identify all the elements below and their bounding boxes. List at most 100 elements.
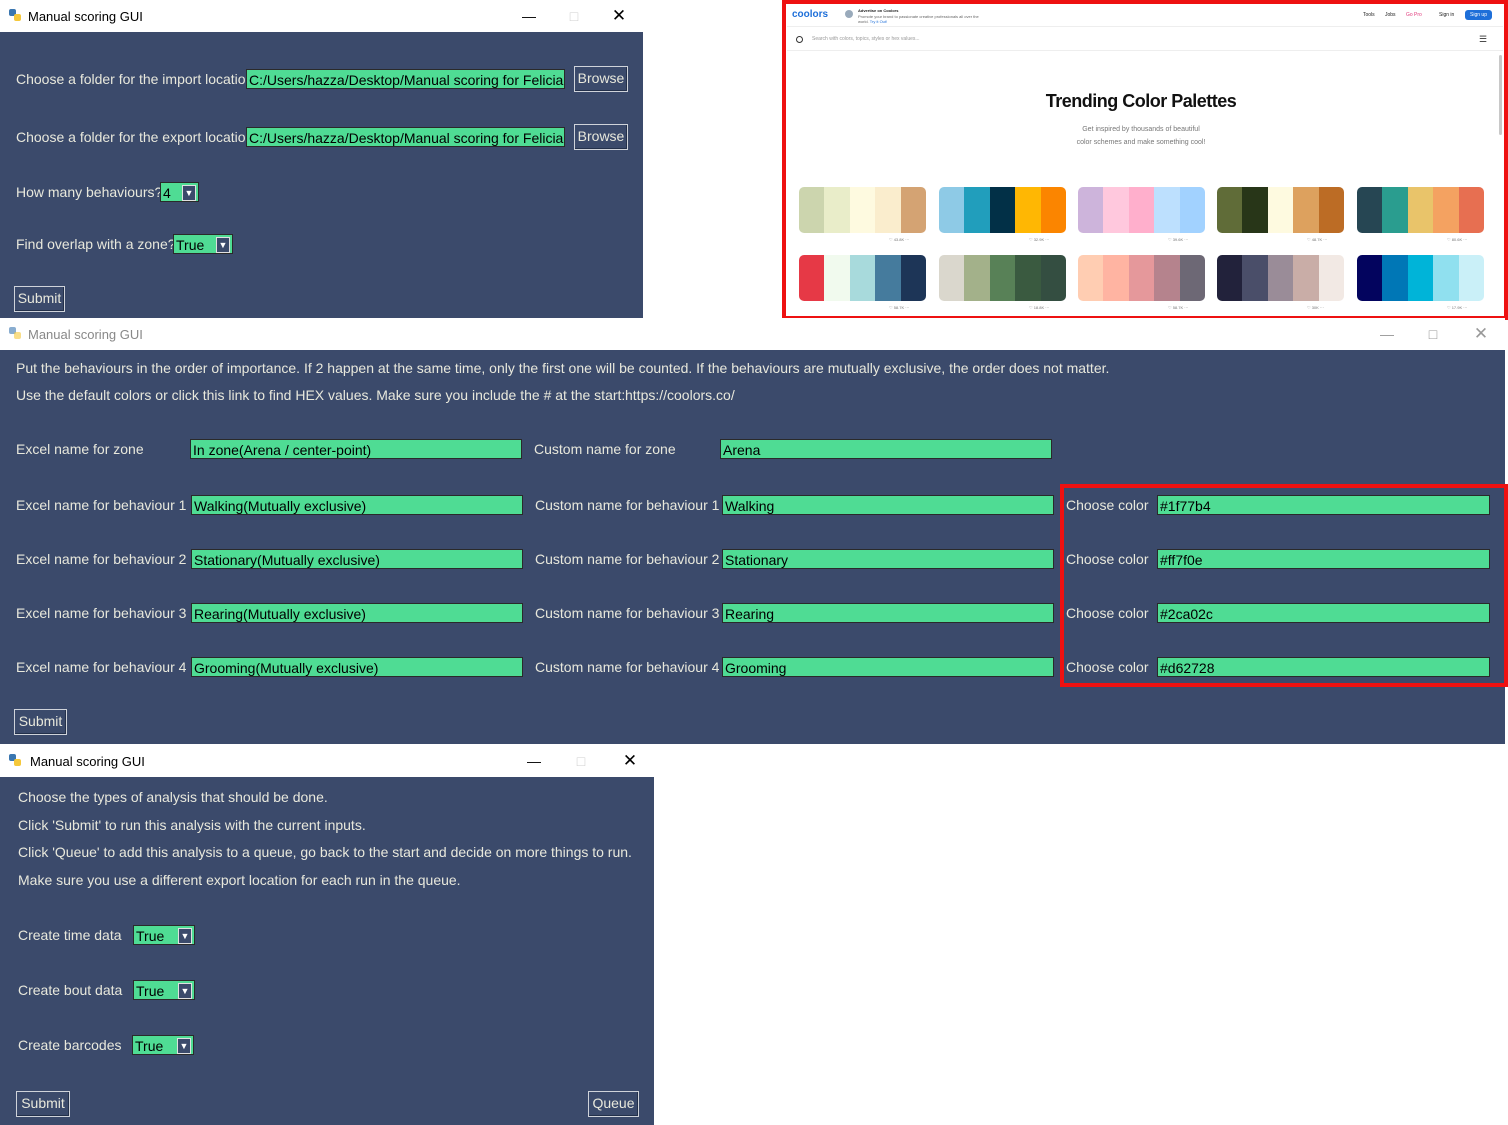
- palette-swatch[interactable]: [989, 255, 1016, 301]
- palette-swatch[interactable]: [1103, 255, 1129, 301]
- palette-swatch[interactable]: [875, 255, 901, 301]
- barcodes-select[interactable]: True ▼: [132, 1035, 194, 1055]
- palette-swatch[interactable]: [939, 187, 965, 233]
- palette-swatch[interactable]: [875, 187, 901, 233]
- chevron-down-icon[interactable]: ▼: [216, 237, 230, 253]
- palette-card[interactable]: [1357, 187, 1484, 233]
- submit-button[interactable]: Submit: [14, 709, 67, 735]
- chevron-down-icon[interactable]: ▼: [177, 1038, 191, 1054]
- palette-swatch[interactable]: [1103, 187, 1129, 233]
- palette-swatch[interactable]: [1154, 187, 1180, 233]
- palette-swatch[interactable]: [824, 255, 850, 301]
- palette-swatch[interactable]: [1179, 187, 1205, 233]
- palette-card[interactable]: [1078, 255, 1205, 301]
- palette-swatch[interactable]: [849, 187, 876, 233]
- minimize-icon[interactable]: —: [1374, 322, 1400, 346]
- palette-swatch[interactable]: [1433, 187, 1459, 233]
- close-icon[interactable]: ✕: [617, 749, 643, 773]
- import-path-input[interactable]: C:/Users/hazza/Desktop/Manual scoring fo…: [246, 69, 565, 89]
- palette-card[interactable]: [799, 255, 926, 301]
- chevron-down-icon[interactable]: ▼: [182, 185, 196, 201]
- nav-tools[interactable]: Tools: [1363, 12, 1375, 18]
- overlap-select[interactable]: True ▼: [173, 234, 233, 254]
- palette-swatch[interactable]: [849, 255, 876, 301]
- palette-swatch[interactable]: [1040, 187, 1066, 233]
- behaviours-count-select[interactable]: 4 ▼: [160, 182, 199, 202]
- import-browse-button[interactable]: Browse: [574, 66, 628, 92]
- palette-swatch[interactable]: [1267, 187, 1294, 233]
- behaviour-excel-input[interactable]: Walking(Mutually exclusive): [191, 495, 523, 515]
- palette-swatch[interactable]: [1267, 255, 1294, 301]
- palette-swatch[interactable]: [1318, 187, 1344, 233]
- palette-swatch[interactable]: [1078, 255, 1104, 301]
- close-icon[interactable]: ✕: [1468, 322, 1494, 346]
- palette-card[interactable]: [1357, 255, 1484, 301]
- nav-jobs[interactable]: Jobs: [1385, 12, 1396, 18]
- zone-custom-input[interactable]: Arena: [720, 439, 1052, 459]
- chevron-down-icon[interactable]: ▼: [178, 928, 192, 944]
- coolors-link[interactable]: https://coolors.co/: [625, 387, 735, 403]
- palette-swatch[interactable]: [900, 255, 926, 301]
- palette-card[interactable]: [799, 187, 926, 233]
- palette-swatch[interactable]: [1128, 187, 1155, 233]
- behaviour-excel-input[interactable]: Stationary(Mutually exclusive): [191, 549, 523, 569]
- zone-excel-input[interactable]: In zone(Arena / center-point): [190, 439, 522, 459]
- palette-swatch[interactable]: [1078, 187, 1104, 233]
- title-bar[interactable]: Manual scoring GUI — □ ✕: [0, 318, 1505, 350]
- palette-swatch[interactable]: [1357, 255, 1383, 301]
- palette-swatch[interactable]: [900, 187, 926, 233]
- palette-swatch[interactable]: [1217, 187, 1243, 233]
- palette-swatch[interactable]: [1179, 255, 1205, 301]
- export-browse-button[interactable]: Browse: [574, 124, 628, 150]
- palette-swatch[interactable]: [1433, 255, 1459, 301]
- palette-card[interactable]: [1217, 187, 1344, 233]
- palette-swatch[interactable]: [1458, 187, 1484, 233]
- title-bar[interactable]: Manual scoring GUI — □ ✕: [0, 0, 643, 32]
- palette-swatch[interactable]: [964, 255, 990, 301]
- behaviour-excel-input[interactable]: Rearing(Mutually exclusive): [191, 603, 523, 623]
- palette-swatch[interactable]: [1407, 187, 1434, 233]
- nav-signin[interactable]: Sign in: [1439, 12, 1454, 18]
- behaviour-custom-input[interactable]: Stationary: [722, 549, 1054, 569]
- palette-swatch[interactable]: [1128, 255, 1155, 301]
- minimize-icon[interactable]: —: [521, 749, 547, 773]
- coolors-logo[interactable]: coolors: [792, 9, 828, 20]
- palette-swatch[interactable]: [1154, 255, 1180, 301]
- palette-card[interactable]: [939, 187, 1066, 233]
- behaviour-custom-input[interactable]: Rearing: [722, 603, 1054, 623]
- palette-swatch[interactable]: [964, 187, 990, 233]
- palette-swatch[interactable]: [989, 187, 1016, 233]
- palette-swatch[interactable]: [939, 255, 965, 301]
- palette-swatch[interactable]: [1217, 255, 1243, 301]
- palette-swatch[interactable]: [1040, 255, 1066, 301]
- palette-swatch[interactable]: [1357, 187, 1383, 233]
- search-input[interactable]: Search with colors, topics, styles or he…: [812, 36, 920, 42]
- submit-button[interactable]: Submit: [14, 286, 65, 312]
- chevron-down-icon[interactable]: ▼: [178, 983, 192, 999]
- palette-swatch[interactable]: [1293, 255, 1319, 301]
- palette-swatch[interactable]: [1382, 187, 1408, 233]
- palette-card[interactable]: [939, 255, 1066, 301]
- nav-gopro[interactable]: Go Pro: [1406, 12, 1422, 18]
- signup-button[interactable]: Sign up: [1465, 10, 1492, 20]
- palette-swatch[interactable]: [1015, 255, 1041, 301]
- behaviour-custom-input[interactable]: Grooming: [722, 657, 1054, 677]
- palette-swatch[interactable]: [799, 255, 825, 301]
- palette-card[interactable]: [1078, 187, 1205, 233]
- queue-button[interactable]: Queue: [588, 1091, 639, 1117]
- palette-swatch[interactable]: [1293, 187, 1319, 233]
- close-icon[interactable]: ✕: [606, 4, 632, 28]
- palette-swatch[interactable]: [1242, 187, 1268, 233]
- palette-swatch[interactable]: [1458, 255, 1484, 301]
- palette-swatch[interactable]: [824, 187, 850, 233]
- bout-data-select[interactable]: True ▼: [133, 980, 195, 1000]
- palette-swatch[interactable]: [1015, 187, 1041, 233]
- submit-button[interactable]: Submit: [16, 1091, 70, 1117]
- behaviour-custom-input[interactable]: Walking: [722, 495, 1054, 515]
- palette-swatch[interactable]: [1242, 255, 1268, 301]
- palette-swatch[interactable]: [1407, 255, 1434, 301]
- time-data-select[interactable]: True ▼: [133, 925, 195, 945]
- scrollbar[interactable]: [1499, 55, 1502, 135]
- palette-swatch[interactable]: [1318, 255, 1344, 301]
- palette-swatch[interactable]: [799, 187, 825, 233]
